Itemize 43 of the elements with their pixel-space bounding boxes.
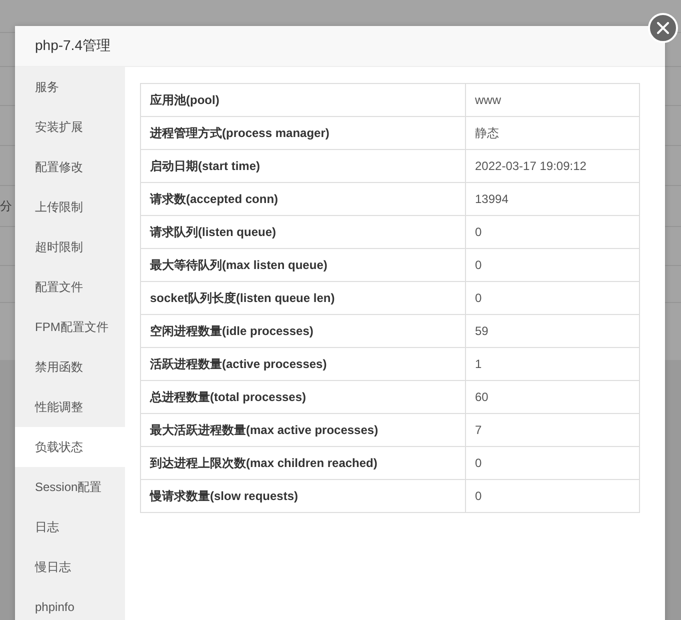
table-cell: 0 <box>466 248 640 282</box>
sidebar-item[interactable]: 性能调整 <box>15 387 125 427</box>
table-cell: 总进程数量(total processes) <box>140 380 466 414</box>
table-cell: 到达进程上限次数(max children reached) <box>140 446 466 480</box>
table-cell: 空闲进程数量(idle processes) <box>140 314 466 348</box>
table-cell: 静态 <box>466 116 640 150</box>
table-cell: 启动日期(start time) <box>140 150 466 182</box>
table-cell: 慢请求数量(slow requests) <box>140 480 466 512</box>
table-cell: 59 <box>466 314 640 348</box>
table-cell: 最大等待队列(max listen queue) <box>140 248 466 282</box>
close-icon <box>657 22 669 34</box>
sidebar-item[interactable]: 日志 <box>15 507 125 547</box>
table-cell: 进程管理方式(process manager) <box>140 116 466 150</box>
sidebar-item[interactable]: 禁用函数 <box>15 347 125 387</box>
sidebar-item[interactable]: FPM配置文件 <box>15 307 125 347</box>
table-cell: 1 <box>466 348 640 380</box>
sidebar-item[interactable]: 超时限制 <box>15 227 125 267</box>
table-cell: 请求数(accepted conn) <box>140 182 466 216</box>
sidebar-item[interactable]: 安装扩展 <box>15 107 125 147</box>
sidebar-item[interactable]: 负载状态 <box>15 427 125 467</box>
table-cell: 0 <box>466 480 640 512</box>
table-cell: www <box>466 84 640 116</box>
table-cell: 应用池(pool) <box>140 84 466 116</box>
sidebar-item[interactable]: 服务 <box>15 67 125 107</box>
table-cell: 60 <box>466 380 640 414</box>
table-cell: 请求队列(listen queue) <box>140 216 466 248</box>
sidebar-item[interactable]: 配置文件 <box>15 267 125 307</box>
table-cell: 2022-03-17 19:09:12 <box>466 150 640 182</box>
table-cell: 7 <box>466 414 640 446</box>
table-cell: 0 <box>466 282 640 314</box>
table-cell: 最大活跃进程数量(max active processes) <box>140 414 466 446</box>
sidebar-item[interactable]: 慢日志 <box>15 547 125 587</box>
table-cell: 活跃进程数量(active processes) <box>140 348 466 380</box>
sidebar-item[interactable]: phpinfo <box>15 587 125 620</box>
background-text: 分 <box>0 198 12 214</box>
dialog-title: php-7.4管理 <box>35 37 110 55</box>
table-cell: socket队列长度(listen queue len) <box>140 282 466 314</box>
table-cell: 0 <box>466 216 640 248</box>
sidebar-item[interactable]: 配置修改 <box>15 147 125 187</box>
sidebar-item[interactable]: 上传限制 <box>15 187 125 227</box>
table-cell: 0 <box>466 446 640 480</box>
sidebar-item[interactable]: Session配置 <box>15 467 125 507</box>
table-cell: 13994 <box>466 182 640 216</box>
